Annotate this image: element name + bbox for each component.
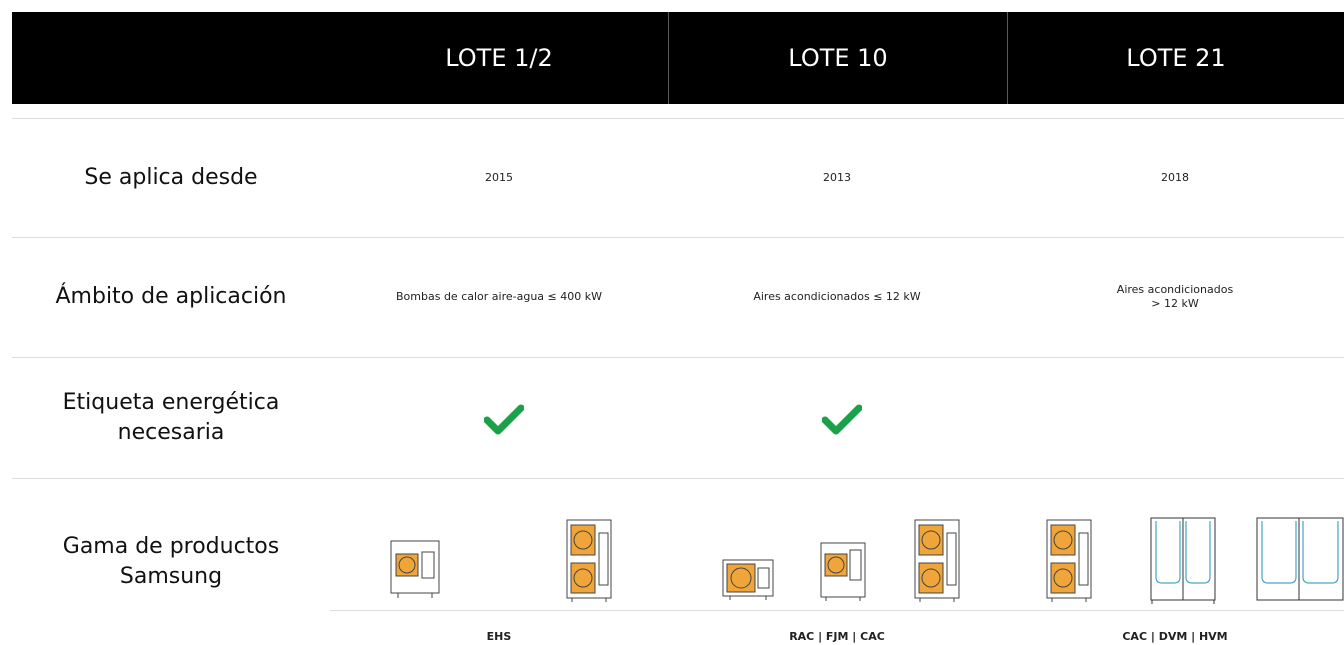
product-group-label: EHS (486, 629, 512, 643)
check-icon (484, 404, 524, 435)
column-header-lote-10: LOTE 10 (788, 44, 888, 72)
cell-scope: Aires acondicionados > 12 kW (1116, 283, 1234, 310)
cell-year: 2013 (823, 170, 851, 184)
row-label-energy-label: Etiqueta energética necesaria (62, 389, 280, 445)
outdoor-unit-icon (390, 540, 440, 598)
column-header-lote-21: LOTE 21 (1126, 44, 1226, 72)
cell-year: 2018 (1161, 170, 1189, 184)
vrf-unit-icon (1150, 517, 1216, 604)
column-header-lote-1-2: LOTE 1/2 (445, 44, 553, 72)
cell-scope: Bombas de calor aire-agua ≤ 400 kW (396, 290, 602, 303)
vrf-unit-icon (1256, 517, 1344, 601)
cell-year: 2015 (485, 170, 513, 184)
table-header: LOTE 1/2 LOTE 10 LOTE 21 (12, 12, 1344, 104)
product-group-label: RAC | FJM | CAC (789, 629, 885, 643)
check-icon (822, 404, 862, 435)
row-divider (330, 610, 1344, 611)
cell-scope: Aires acondicionados ≤ 12 kW (753, 290, 921, 303)
row-label-applies-since: Se aplica desde (84, 164, 258, 190)
row-label-product-range: Gama de productos Samsung (62, 533, 280, 589)
outdoor-unit-icon (914, 519, 960, 602)
outdoor-unit-icon (722, 559, 774, 600)
outdoor-unit-icon (820, 542, 866, 601)
product-group-label: CAC | DVM | HVM (1122, 629, 1228, 643)
outdoor-unit-icon (566, 519, 612, 602)
outdoor-unit-icon (1046, 519, 1092, 602)
row-label-scope: Ámbito de aplicación (55, 284, 287, 309)
